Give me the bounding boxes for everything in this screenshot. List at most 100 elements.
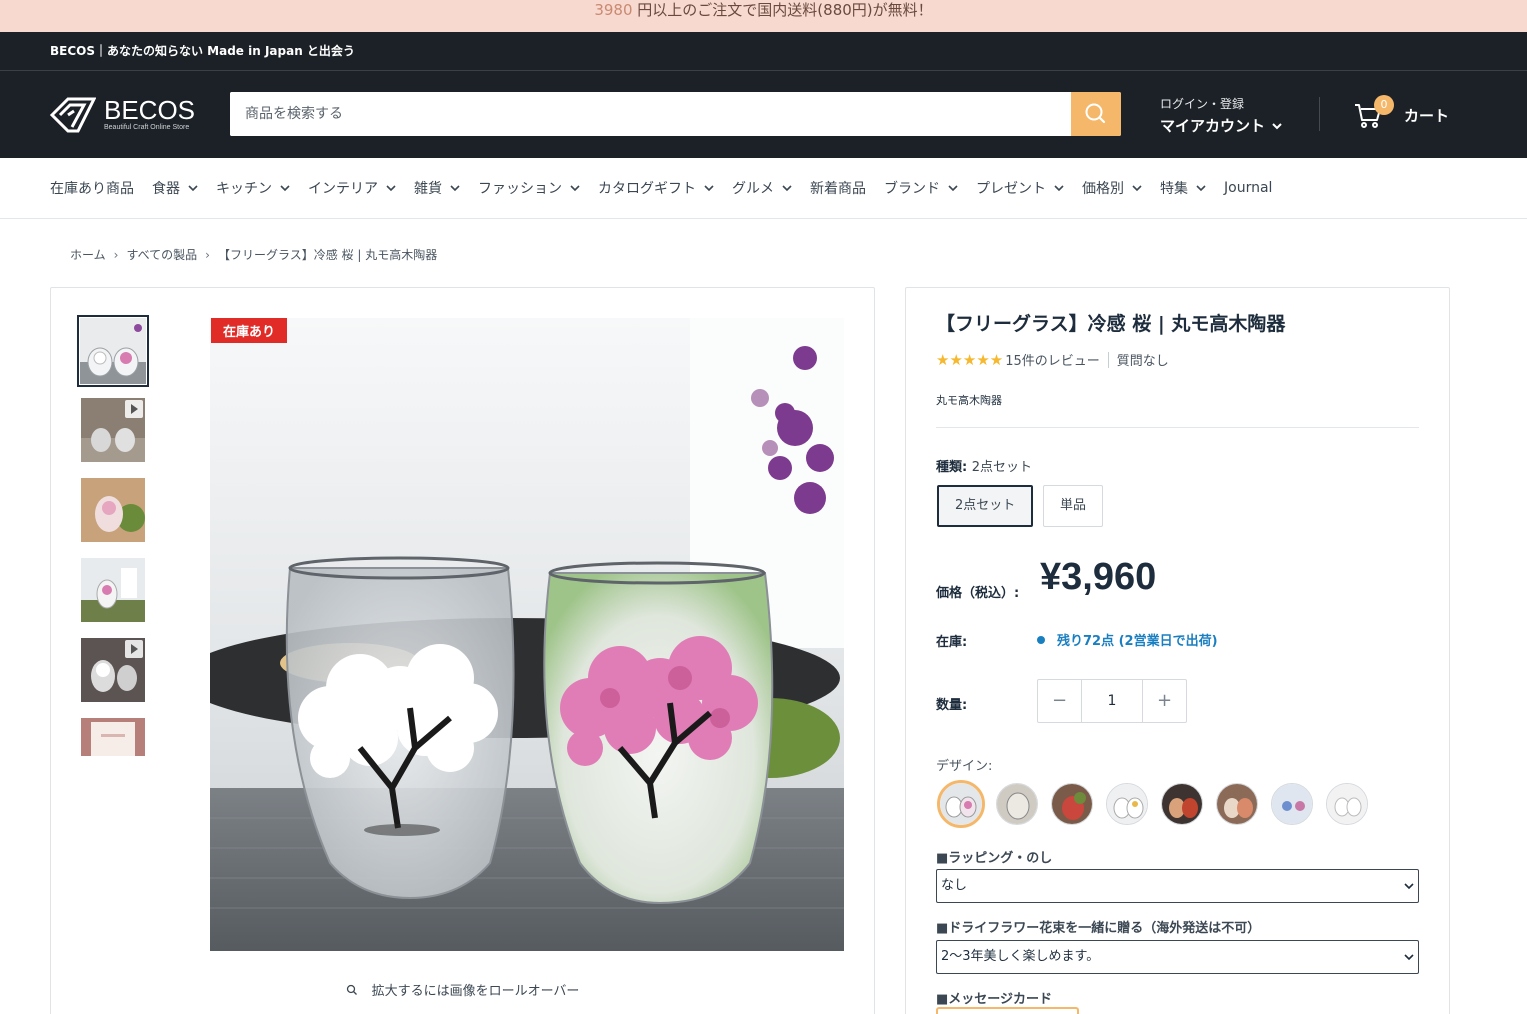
nav-item[interactable]: 価格別 xyxy=(1082,178,1142,198)
design-swatch[interactable] xyxy=(1271,783,1313,825)
quantity-label: 数量: xyxy=(936,698,968,713)
nav-item-label: グルメ xyxy=(732,181,774,197)
design-swatch[interactable] xyxy=(1216,783,1258,825)
quantity-stepper: − + xyxy=(1037,679,1187,723)
nav-item-label: 新着商品 xyxy=(810,181,866,197)
chevron-down-icon xyxy=(1196,185,1206,192)
nav-item-label: 特集 xyxy=(1160,181,1188,197)
reviews-link[interactable]: 15件のレビュー xyxy=(1005,350,1100,369)
tagline: BECOS｜あなたの知らない Made in Japan と出会う xyxy=(50,44,355,58)
gallery-video-thumbnail[interactable] xyxy=(81,638,145,702)
questions-link[interactable]: 質問なし xyxy=(1117,350,1169,369)
swatch-image xyxy=(1107,784,1147,824)
chevron-down-icon xyxy=(188,185,198,192)
nav-item[interactable]: 食器 xyxy=(152,178,198,198)
nav-item[interactable]: キッチン xyxy=(216,178,290,198)
announcement-bar: 3980 円以上のご注文で国内送料(880円)が無料！ xyxy=(0,0,1527,32)
stock-dot-icon xyxy=(1037,635,1045,644)
cart-label: カート xyxy=(1404,106,1450,125)
account-menu[interactable]: ログイン・登録 マイアカウント xyxy=(1160,95,1283,136)
stock-status: 残り72点 (2営業日で出荷) xyxy=(1037,630,1218,649)
nav-item[interactable]: カタログギフト xyxy=(598,178,714,198)
chevron-down-icon xyxy=(1054,185,1064,192)
gallery-thumbnail[interactable] xyxy=(81,558,145,622)
chevron-down-icon xyxy=(570,185,580,192)
gallery-thumbnail[interactable] xyxy=(77,315,149,387)
top-tagline-bar: BECOS｜あなたの知らない Made in Japan と出会う xyxy=(0,32,1527,71)
design-swatch-sakura[interactable] xyxy=(937,780,985,828)
zoom-hint-text: 拡大するには画像をロールオーバー xyxy=(371,984,580,999)
cart-button[interactable]: 0 カート xyxy=(1352,95,1450,131)
dried-flower-label: ■ドライフラワー花束を一緒に贈る（海外発送は不可） xyxy=(936,921,1261,936)
gallery-thumbnail[interactable] xyxy=(81,718,145,756)
becos-logo[interactable]: BECOS Beautiful Craft Online Store xyxy=(50,95,200,135)
stock-status-text: 残り72点 (2営業日で出荷) xyxy=(1057,634,1218,649)
search-input[interactable] xyxy=(230,92,1071,136)
site-header: BECOS Beautiful Craft Online Store ログイン・… xyxy=(0,71,1527,158)
chevron-down-icon xyxy=(1132,185,1142,192)
gallery-thumbnail[interactable] xyxy=(81,478,145,542)
nav-item-label: Journal xyxy=(1224,180,1273,196)
swatch-image xyxy=(1052,784,1092,824)
breadcrumb-home[interactable]: ホーム xyxy=(70,246,106,263)
quantity-decrease-button[interactable]: − xyxy=(1038,680,1081,722)
thumbnail-glasses-image xyxy=(80,318,146,384)
wrapping-label: ■ラッピング・のし xyxy=(936,851,1053,866)
dried-flower-select[interactable]: 2〜3年美しく楽しめます。 xyxy=(936,940,1419,974)
nav-item[interactable]: 特集 xyxy=(1160,178,1206,198)
chevron-down-icon xyxy=(948,185,958,192)
nav-item[interactable]: 雑貨 xyxy=(414,178,460,198)
free-shipping-text: 円以上のご注文で国内送料(880円)が無料！ xyxy=(632,1,933,19)
nav-item-label: プレゼント xyxy=(976,181,1046,197)
vendor-link[interactable]: 丸モ高木陶器 xyxy=(936,392,1002,408)
quantity-input[interactable] xyxy=(1081,680,1143,722)
play-icon xyxy=(125,400,143,418)
chevron-down-icon xyxy=(704,185,714,192)
chevron-down-icon xyxy=(450,185,460,192)
rating-row: ★★★★★ 15件のレビュー 質問なし xyxy=(936,350,1169,370)
nav-item[interactable]: 新着商品 xyxy=(810,178,866,198)
design-swatch[interactable] xyxy=(996,783,1038,825)
nav-item[interactable]: ブランド xyxy=(884,178,958,198)
login-register-link[interactable]: ログイン・登録 xyxy=(1160,95,1283,112)
nav-item[interactable]: グルメ xyxy=(732,178,792,198)
my-account-dropdown[interactable]: マイアカウント xyxy=(1160,115,1283,136)
variant-option-2set[interactable]: 2点セット xyxy=(937,485,1034,527)
message-card-select[interactable] xyxy=(936,1007,1079,1014)
nav-item[interactable]: Journal xyxy=(1224,180,1272,196)
chevron-down-icon xyxy=(280,185,290,192)
variant-option-single[interactable]: 単品 xyxy=(1043,485,1104,527)
magnifier-icon xyxy=(346,984,357,995)
nav-item-label: ブランド xyxy=(884,181,940,197)
cherry-blossom-glasses-photo xyxy=(210,318,844,951)
play-icon xyxy=(125,640,143,658)
gallery-video-thumbnail[interactable] xyxy=(81,398,145,462)
thumbnail-glasses-image xyxy=(81,478,145,542)
quantity-increase-button[interactable]: + xyxy=(1143,680,1186,722)
nav-item[interactable]: インテリア xyxy=(308,178,396,198)
main-product-image[interactable] xyxy=(210,318,844,951)
design-swatch[interactable] xyxy=(1161,783,1203,825)
design-swatch[interactable] xyxy=(1106,783,1148,825)
nav-item-label: インテリア xyxy=(308,181,378,197)
zoom-hint: 拡大するには画像をロールオーバー xyxy=(51,980,874,999)
wrapping-select[interactable]: なし xyxy=(936,869,1419,903)
cart-icon: 0 xyxy=(1352,95,1394,131)
nav-item[interactable]: プレゼント xyxy=(976,178,1064,198)
nav-item[interactable]: 在庫あり商品 xyxy=(50,178,134,198)
breadcrumb-all-products[interactable]: すべての製品 xyxy=(126,246,197,263)
chevron-down-icon xyxy=(1404,954,1414,961)
nav-item[interactable]: ファッション xyxy=(478,178,580,198)
design-swatch[interactable] xyxy=(1051,783,1093,825)
search-button[interactable] xyxy=(1071,92,1121,136)
search-bar xyxy=(230,92,1121,136)
price: ¥3,960 xyxy=(1040,556,1157,598)
my-account-label: マイアカウント xyxy=(1160,117,1266,135)
variant-label: 種類: 2点セット xyxy=(936,456,1032,475)
message-card-label: ■メッセージカード xyxy=(936,992,1053,1007)
product-gallery: 在庫あり 拡大するには画像をロールオーバー xyxy=(50,287,875,1014)
nav-item-label: 在庫あり商品 xyxy=(50,181,134,197)
swatch-image xyxy=(1272,784,1312,824)
design-swatch[interactable] xyxy=(1326,783,1368,825)
variant-selected-value: 2点セット xyxy=(971,460,1033,475)
